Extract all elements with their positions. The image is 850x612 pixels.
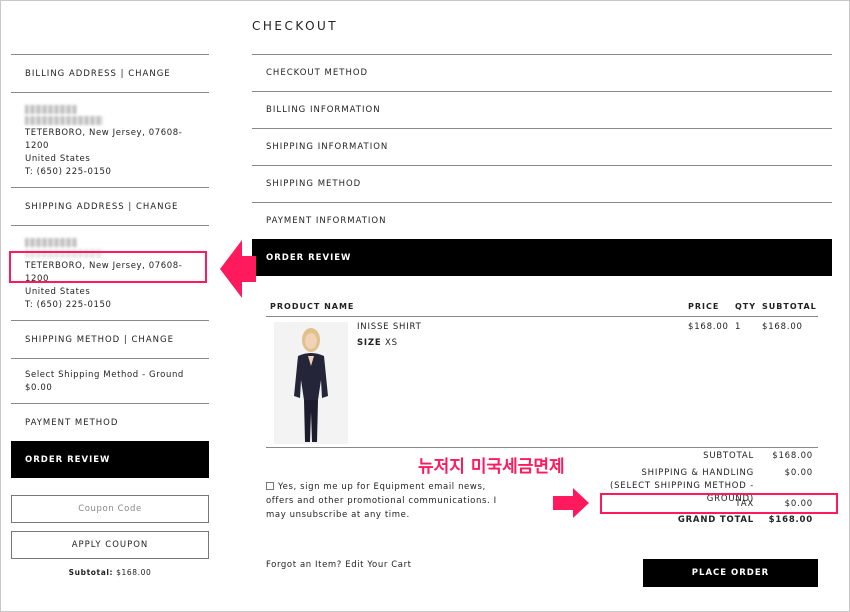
step-checkout-method[interactable]: CHECKOUT METHOD xyxy=(252,54,832,91)
table-divider xyxy=(266,316,818,317)
arrow-right-icon xyxy=(553,488,589,518)
coupon-code-input[interactable]: Coupon Code xyxy=(11,495,209,523)
product-subtotal: $168.00 xyxy=(762,322,803,332)
step-shipping-information[interactable]: SHIPPING INFORMATION xyxy=(252,128,832,165)
shipping-method-price: $0.00 xyxy=(25,383,53,393)
checkout-steps: CHECKOUT METHOD BILLING INFORMATION SHIP… xyxy=(252,54,832,276)
product-price: $168.00 xyxy=(688,322,729,332)
shipping-method-body: Select Shipping Method - Ground $0.00 xyxy=(11,358,209,403)
shipping-method-section: SHIPPING METHOD | CHANGE Select Shipping… xyxy=(11,320,209,403)
totals-subtotal-label: SUBTOTAL xyxy=(703,451,754,461)
redacted-street xyxy=(25,116,103,125)
edit-cart-link[interactable]: Forgot an Item? Edit Your Cart xyxy=(266,560,412,570)
col-price: PRICE xyxy=(688,302,720,311)
billing-country: United States xyxy=(25,154,91,164)
product-qty: 1 xyxy=(735,322,742,332)
step-billing-information[interactable]: BILLING INFORMATION xyxy=(252,91,832,128)
step-order-review: ORDER REVIEW xyxy=(252,239,832,276)
tax-highlight xyxy=(600,493,838,514)
shipping-method-value: Select Shipping Method - Ground xyxy=(25,370,184,380)
step-payment-information[interactable]: PAYMENT INFORMATION xyxy=(252,202,832,239)
col-qty: QTY xyxy=(735,302,757,311)
payment-method-section: PAYMENT METHOD xyxy=(11,403,209,441)
totals-grand-label: GRAND TOTAL xyxy=(677,515,754,525)
redacted-name xyxy=(25,238,77,247)
billing-address-header[interactable]: BILLING ADDRESS | CHANGE xyxy=(11,55,209,92)
place-order-button[interactable]: PLACE ORDER xyxy=(643,559,818,587)
sidebar-subtotal: Subtotal: $168.00 xyxy=(11,568,209,577)
shipping-method-header[interactable]: SHIPPING METHOD | CHANGE xyxy=(11,321,209,358)
payment-method-header: PAYMENT METHOD xyxy=(25,417,119,428)
newsletter-optin: Yes, sign me up for Equipment email news… xyxy=(266,480,506,522)
product-size: SIZE XS xyxy=(357,338,398,348)
newsletter-checkbox[interactable] xyxy=(266,482,274,490)
billing-phone: T: (650) 225-0150 xyxy=(25,167,112,177)
totals-grand-value: $168.00 xyxy=(768,515,813,525)
col-subtotal: SUBTOTAL xyxy=(762,302,817,311)
product-name-link[interactable]: INISSE SHIRT xyxy=(357,322,422,332)
totals-shipping-value: $0.00 xyxy=(784,468,813,478)
shipping-phone: T: (650) 225-0150 xyxy=(25,300,112,310)
newsletter-text: Yes, sign me up for Equipment email news… xyxy=(266,482,497,520)
shipping-country: United States xyxy=(25,287,91,297)
billing-city: TETERBORO, New Jersey, 07608-1200 xyxy=(25,128,183,151)
redacted-name xyxy=(25,105,77,114)
totals-subtotal-value: $168.00 xyxy=(772,451,813,461)
product-image[interactable] xyxy=(274,322,348,444)
sidebar-subtotal-label: Subtotal: xyxy=(68,568,114,577)
model-figure-icon xyxy=(274,322,348,444)
sidebar-subtotal-value: $168.00 xyxy=(116,568,152,577)
apply-coupon-button[interactable]: APPLY COUPON xyxy=(11,531,209,559)
shipping-address-header[interactable]: SHIPPING ADDRESS | CHANGE xyxy=(11,188,209,225)
col-product-name: PRODUCT NAME xyxy=(270,302,355,311)
shipping-address-highlight xyxy=(9,251,207,283)
annotation-tax-exempt-text: 뉴저지 미국세금면제 xyxy=(418,457,565,477)
page-title: CHECKOUT xyxy=(252,19,339,33)
order-review-sidebar-header: ORDER REVIEW xyxy=(11,441,209,478)
size-value: XS xyxy=(384,338,398,348)
billing-address-section: BILLING ADDRESS | CHANGE TETERBORO, New … xyxy=(11,54,209,187)
totals-divider xyxy=(266,447,818,448)
billing-address-body: TETERBORO, New Jersey, 07608-1200 United… xyxy=(11,92,209,187)
arrow-left-icon xyxy=(220,240,256,298)
step-shipping-method[interactable]: SHIPPING METHOD xyxy=(252,165,832,202)
size-label: SIZE xyxy=(357,338,382,348)
